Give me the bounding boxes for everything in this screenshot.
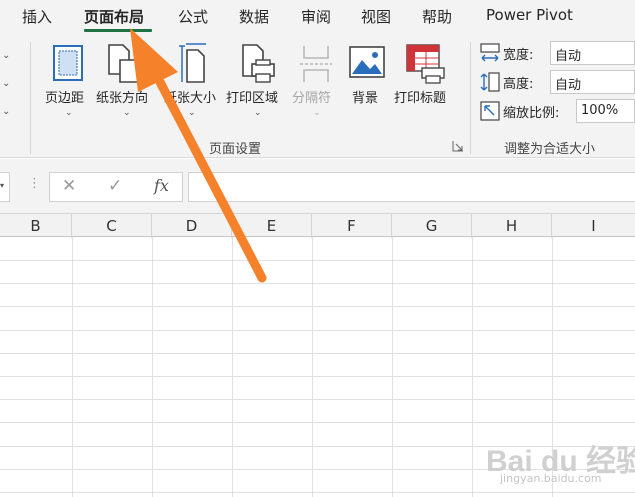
formula-bar: ▾ ⋮ ✕ ✓ fx	[0, 159, 635, 213]
breaks-label: 分隔符	[292, 91, 332, 106]
tab-view[interactable]: 视图	[361, 6, 391, 27]
chevron-down-icon: ⌄	[123, 108, 131, 118]
breaks-button: 分隔符 ⌄	[290, 34, 344, 129]
print-area-icon	[242, 44, 275, 83]
grid-row-line	[0, 283, 635, 284]
width-label: 宽度:	[503, 48, 534, 63]
breaks-icon	[300, 46, 332, 82]
size-icon	[179, 43, 206, 83]
watermark-url: jingyan.baidu.com	[500, 472, 602, 485]
tab-insert[interactable]: 插入	[22, 6, 52, 27]
grid-column-line	[392, 237, 393, 497]
size-label: 纸张大小	[164, 91, 217, 106]
orientation-label: 纸张方向	[96, 91, 149, 106]
scale-input[interactable]: 100%	[576, 99, 635, 123]
chevron-down-icon: ⌄	[254, 108, 262, 118]
print-area-button[interactable]: 打印区域 ⌄	[224, 34, 288, 129]
width-dropdown[interactable]: 自动	[550, 41, 635, 65]
height-row: 高度: 自动	[480, 70, 635, 94]
width-row: 宽度: 自动	[480, 41, 635, 65]
column-header-d[interactable]: D	[152, 214, 232, 238]
print-titles-icon	[406, 44, 445, 84]
column-header-c[interactable]: C	[72, 214, 152, 238]
margins-button[interactable]: 页边距 ⌄	[40, 34, 96, 129]
size-button[interactable]: 纸张大小 ⌄	[158, 34, 224, 129]
scale-icon	[480, 101, 500, 121]
scale-row: 缩放比例: 100%	[480, 99, 635, 123]
drag-handle-icon[interactable]: ⋮	[28, 176, 41, 191]
orientation-button[interactable]: 纸张方向 ⌄	[96, 34, 158, 129]
width-icon	[480, 43, 500, 62]
grid-column-line	[312, 237, 313, 497]
enter-icon[interactable]: ✓	[108, 176, 122, 196]
scale-label: 缩放比例:	[503, 106, 560, 121]
grid-column-line	[72, 237, 73, 497]
margins-icon	[53, 45, 83, 81]
chevron-down-icon: ⌄	[313, 108, 321, 118]
column-header-f[interactable]: F	[312, 214, 392, 238]
grid-row-line	[0, 353, 635, 354]
tab-data[interactable]: 数据	[239, 6, 269, 27]
chevron-down-icon[interactable]: ⌄	[2, 50, 10, 61]
group-separator	[470, 42, 471, 154]
group-separator	[30, 42, 31, 154]
chevron-down-icon[interactable]: ⌄	[2, 106, 10, 117]
scale-to-fit-group-label: 调整为合适大小	[504, 142, 596, 157]
chevron-down-icon[interactable]: ▾	[0, 181, 4, 190]
column-header-i[interactable]: I	[552, 214, 635, 238]
grid-row-line	[0, 399, 635, 400]
chevron-down-icon: ⌄	[188, 108, 196, 118]
background-button[interactable]: 背景	[344, 34, 390, 129]
page-setup-group-label: 页面设置	[209, 142, 262, 157]
active-tab-indicator	[84, 29, 152, 32]
grid-row-line	[0, 330, 635, 331]
grid-row-line	[0, 376, 635, 377]
chevron-down-icon: ⌄	[65, 108, 73, 118]
print-titles-label: 打印标题	[394, 91, 447, 106]
column-header-b[interactable]: B	[0, 214, 72, 238]
watermark-logo: Bai du 经验 jingyan.baidu.com	[486, 436, 635, 490]
height-label: 高度:	[503, 77, 534, 92]
formula-buttons: ✕ ✓ fx	[49, 172, 183, 202]
tab-formulas[interactable]: 公式	[178, 6, 208, 27]
tab-power-pivot[interactable]: Power Pivot	[486, 6, 573, 24]
grid-column-line	[472, 237, 473, 497]
grid-row-line	[0, 422, 635, 423]
column-header-g[interactable]: G	[392, 214, 472, 238]
grid-row-line	[0, 306, 635, 307]
print-area-label: 打印区域	[226, 91, 279, 106]
orientation-icon	[108, 44, 143, 83]
grid-row-line	[0, 492, 635, 493]
dialog-launcher-icon[interactable]	[452, 140, 464, 152]
formula-input[interactable]	[188, 172, 635, 202]
background-label: 背景	[352, 91, 379, 106]
ribbon: ⌄ ⌄ ⌄ 页边距 ⌄ 纸张方向 ⌄ 纸张大小 ⌄ 打印区域 ⌄ 分隔符 ⌄ 背…	[0, 34, 635, 158]
tab-page-layout[interactable]: 页面布局	[84, 6, 144, 27]
grid-row-line	[0, 260, 635, 261]
column-header-row: B C D E F G H I	[0, 213, 635, 238]
print-titles-button[interactable]: 打印标题	[392, 34, 458, 129]
column-header-h[interactable]: H	[472, 214, 552, 238]
cancel-icon[interactable]: ✕	[62, 176, 76, 196]
chevron-down-icon[interactable]: ⌄	[2, 78, 10, 89]
height-dropdown[interactable]: 自动	[550, 70, 635, 94]
tab-review[interactable]: 审阅	[301, 6, 331, 27]
background-icon	[349, 46, 385, 78]
height-icon	[480, 72, 500, 92]
tab-help[interactable]: 帮助	[422, 6, 452, 27]
insert-function-icon[interactable]: fx	[154, 176, 169, 195]
column-header-e[interactable]: E	[232, 214, 312, 238]
margins-label: 页边距	[45, 91, 85, 106]
ribbon-tab-bar: 插入 页面布局 公式 数据 审阅 视图 帮助 Power Pivot	[0, 0, 635, 34]
grid-column-line	[232, 237, 233, 497]
grid-column-line	[152, 237, 153, 497]
